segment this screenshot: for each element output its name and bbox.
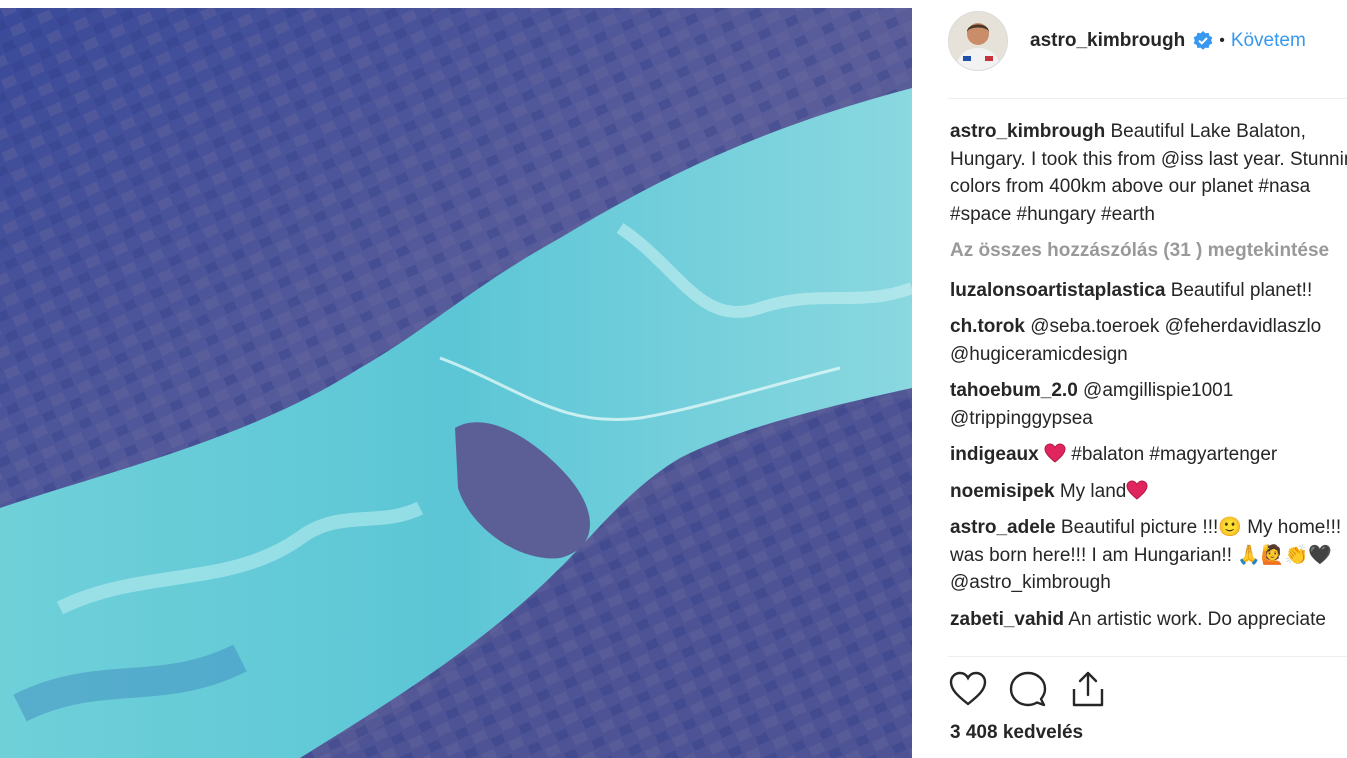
comment-item: indigeaux #balaton #magyartenger [950, 441, 1347, 469]
comment-item: astro_adele Beautiful picture !!!🙂 My ho… [950, 514, 1347, 597]
comment-item: luzalonsoartistaplastica Beautiful plane… [950, 277, 1347, 305]
separator-dot: • [1219, 32, 1225, 49]
comment-username[interactable]: noemisipek [950, 481, 1055, 502]
comment-text: An artistic work. Do appreciate [1068, 608, 1326, 630]
comment-username[interactable]: astro_adele [950, 517, 1056, 538]
likes-count[interactable]: 3 408 kedvelés [950, 722, 1083, 744]
follow-button[interactable]: Követem [1231, 30, 1306, 52]
comment-username[interactable]: tahoebum_2.0 [950, 380, 1078, 401]
header-divider [948, 98, 1347, 99]
verified-badge-icon [1193, 31, 1213, 50]
comment-bubble-icon[interactable] [1008, 668, 1048, 710]
comment-item: ch.torok @seba.toeroek @feherdavidlaszlo… [950, 313, 1347, 368]
post-side-panel: astro_kimbrough • Követem astro_kimbroug… [912, 0, 1347, 758]
heart-emoji-icon [1126, 479, 1148, 500]
comment-username[interactable]: ch.torok [950, 316, 1025, 337]
comment-item: noemisipek My land [950, 478, 1347, 506]
caption: astro_kimbrough Beautiful Lake Balaton, … [950, 118, 1347, 228]
header-username[interactable]: astro_kimbrough [1030, 30, 1185, 52]
heart-outline-icon[interactable] [948, 668, 988, 710]
comment-username[interactable]: luzalonsoartistaplastica [950, 280, 1165, 301]
view-all-comments-link[interactable]: Az összes hozzászólás (31 ) megtekintése [950, 237, 1347, 265]
astronaut-avatar-icon [949, 12, 1007, 70]
comment-username[interactable]: zabeti_vahid [950, 609, 1064, 630]
post-photo[interactable] [0, 8, 912, 758]
comment-text: #balaton #magyartenger [1071, 444, 1278, 465]
post-header: astro_kimbrough • Követem [948, 10, 1306, 72]
comment-item: zabeti_vahid An artistic work. Do apprec… [950, 606, 1347, 634]
share-upload-icon[interactable] [1068, 668, 1108, 710]
comment-item: tahoebum_2.0 @amgillispie1001 @trippingg… [950, 377, 1347, 432]
comment-username[interactable]: indigeaux [950, 444, 1039, 465]
comment-text: My land [1059, 480, 1127, 502]
caption-username[interactable]: astro_kimbrough [950, 121, 1105, 142]
comment-text: Beautiful planet!! [1170, 279, 1313, 301]
comments-list[interactable]: astro_kimbrough Beautiful Lake Balaton, … [950, 118, 1347, 656]
post-actions [948, 668, 1108, 710]
actions-divider [948, 656, 1347, 657]
avatar[interactable] [948, 11, 1008, 71]
heart-emoji-icon [1044, 443, 1066, 463]
satellite-lake-image [0, 8, 912, 758]
